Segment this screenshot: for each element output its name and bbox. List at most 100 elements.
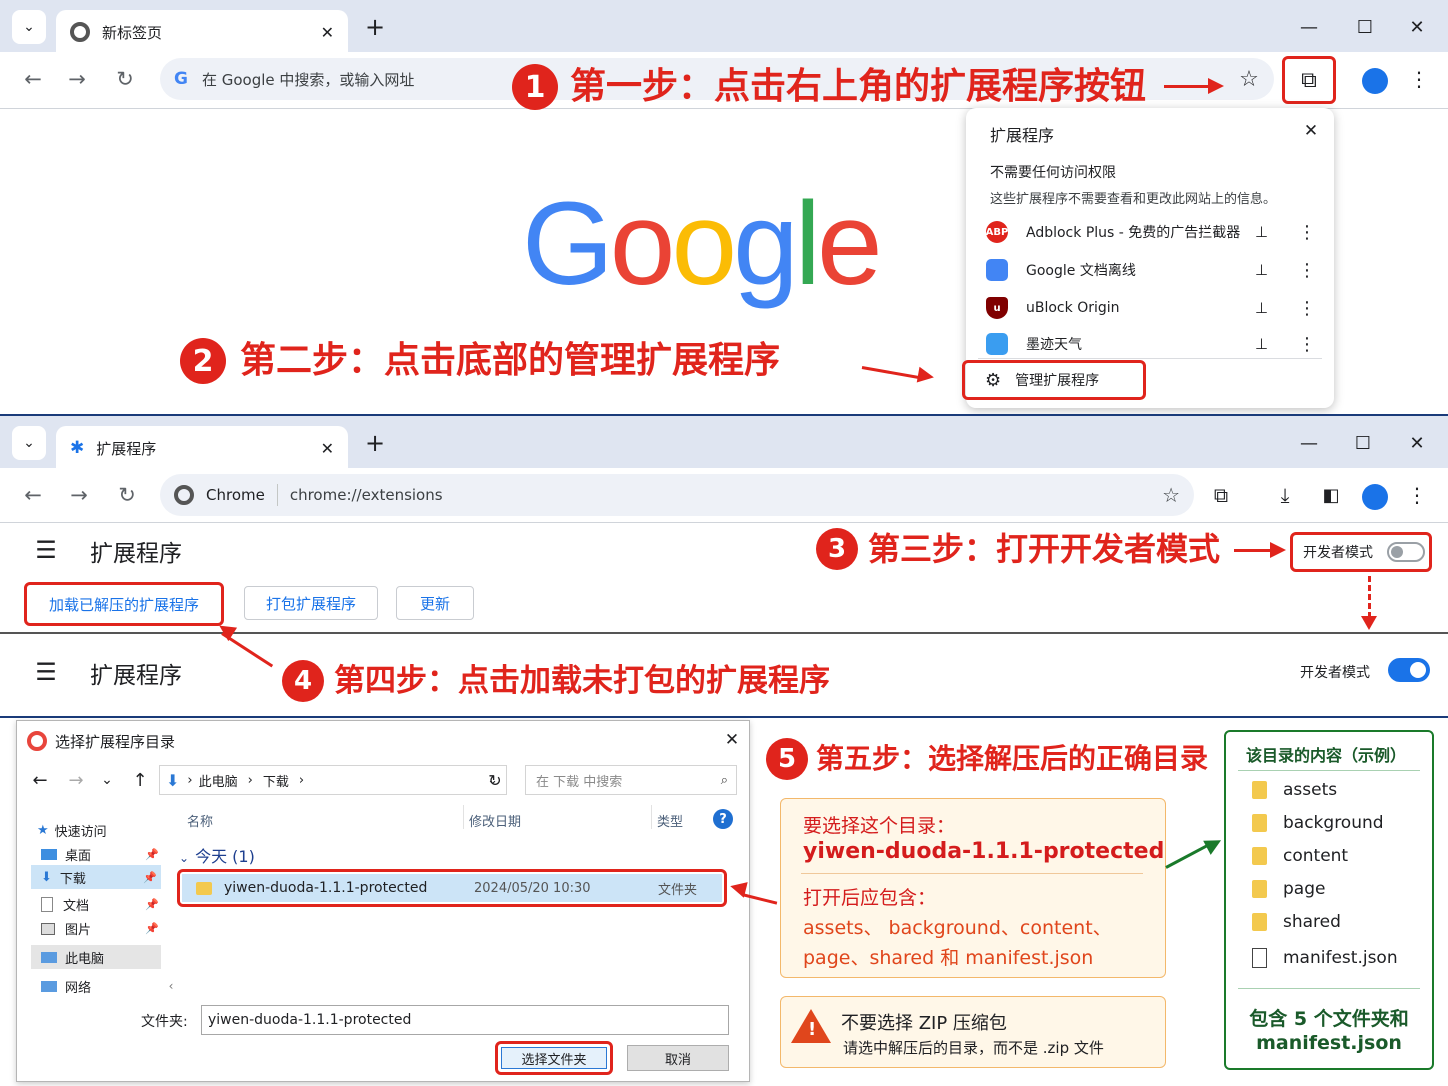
table-row[interactable]: yiwen-duoda-1.1.1-protected 2024/05/20 1… (182, 874, 722, 902)
column-type[interactable]: 类型 (657, 811, 683, 830)
address-bar[interactable]: Chrome chrome://extensions ☆ (160, 474, 1194, 516)
tab-extensions[interactable]: ✱ 扩展程序 ✕ (56, 426, 348, 470)
group-header[interactable]: ⌄ 今天 (1) (179, 843, 255, 867)
update-button[interactable]: 更新 (396, 586, 474, 620)
manage-extensions-button[interactable]: ⚙ 管理扩展程序 (962, 360, 1146, 400)
extension-row[interactable]: 墨迹天气 ⊥ ⋮ (986, 326, 1316, 362)
extension-row[interactable]: ABP Adblock Plus - 免费的广告拦截器 ⊥ ⋮ (986, 214, 1316, 250)
new-tab-button[interactable]: + (362, 429, 388, 457)
path-bar[interactable]: ⬇ › 此电脑 › 下载 › ⌄ (159, 765, 507, 795)
sidebar-item-network[interactable]: 网络 (41, 977, 91, 996)
back-icon[interactable]: ← (18, 64, 48, 94)
extension-row[interactable]: Google 文档离线 ⊥ ⋮ (986, 252, 1316, 288)
path-segment[interactable]: 此电脑 (199, 771, 238, 790)
maximize-button[interactable]: ☐ (1350, 430, 1376, 456)
close-tab-icon[interactable]: ✕ (321, 23, 334, 42)
sidebar-item-pictures[interactable]: 图片 📌 (41, 919, 159, 938)
hamburger-menu-icon[interactable]: ☰ (32, 658, 60, 686)
pin-icon[interactable]: ⊥ (1255, 261, 1268, 279)
toggle-knob (1391, 546, 1403, 558)
bookmark-star-icon[interactable]: ☆ (1162, 483, 1180, 507)
step2-arrow-line (861, 366, 924, 380)
hamburger-menu-icon[interactable]: ☰ (32, 536, 60, 564)
developer-mode-toggle-on[interactable] (1388, 658, 1430, 682)
close-window-button[interactable]: ✕ (1404, 430, 1430, 456)
extension-row[interactable]: u uBlock Origin ⊥ ⋮ (986, 290, 1316, 326)
side-panel-icon[interactable]: ◧ (1318, 482, 1344, 508)
menu-kebab-icon[interactable]: ⋮ (1404, 482, 1430, 508)
column-name[interactable]: 名称 (187, 811, 213, 830)
forward-icon[interactable]: → (64, 480, 94, 510)
sidebar-item-quick-access[interactable]: ★ 快速访问 (37, 821, 107, 840)
scroll-left-icon[interactable]: ‹ (165, 979, 177, 993)
example-footer-line1: 包含 5 个文件夹和 (1249, 1008, 1409, 1030)
path-segment[interactable]: 下载 (263, 771, 289, 790)
puzzle-icon[interactable]: ⧉ (1208, 482, 1234, 508)
profile-avatar[interactable] (1362, 484, 1388, 510)
sidebar-label: 网络 (65, 981, 92, 996)
toolbar-divider (0, 522, 1448, 523)
pin-icon[interactable]: ⊥ (1255, 223, 1268, 241)
load-unpacked-highlight: 加载已解压的扩展程序 (24, 582, 224, 626)
maximize-button[interactable]: ☐ (1352, 14, 1378, 40)
minimize-button[interactable]: — (1296, 14, 1322, 40)
more-icon[interactable]: ⋮ (1298, 222, 1316, 243)
folder-icon (1252, 847, 1267, 865)
developer-mode-label: 开发者模式 (1303, 545, 1373, 561)
download-icon[interactable]: ⤓ (1272, 482, 1298, 508)
folder-icon (1252, 814, 1267, 832)
contains-line: assets、 background、content、 (803, 917, 1112, 939)
pack-extension-button[interactable]: 打包扩展程序 (244, 586, 378, 620)
more-icon[interactable]: ⋮ (1298, 334, 1316, 355)
more-icon[interactable]: ⋮ (1298, 260, 1316, 281)
step1-arrow-line (1164, 85, 1210, 88)
folder-input[interactable]: yiwen-duoda-1.1.1-protected (201, 1005, 729, 1035)
reload-icon[interactable]: ↻ (112, 480, 142, 510)
up-icon[interactable]: ↑ (129, 769, 151, 791)
refresh-icon[interactable]: ↻ (483, 769, 507, 791)
profile-avatar[interactable] (1362, 68, 1388, 94)
close-window-button[interactable]: ✕ (1404, 14, 1430, 40)
dialog-close-icon[interactable]: ✕ (721, 729, 743, 751)
sidebar-item-documents[interactable]: 文档 📌 (41, 895, 159, 914)
menu-kebab-icon[interactable]: ⋮ (1406, 66, 1432, 92)
new-tab-button[interactable]: + (362, 13, 388, 41)
weather-icon (986, 333, 1008, 355)
sidebar-label: 下载 (59, 871, 86, 887)
reload-icon[interactable]: ↻ (110, 64, 140, 94)
load-unpacked-button[interactable]: 加载已解压的扩展程序 (30, 588, 218, 620)
step3-arrow-line (1234, 549, 1274, 552)
forward-icon[interactable]: → (65, 769, 87, 791)
tab-search-button[interactable]: ⌄ (12, 426, 46, 460)
minimize-button[interactable]: — (1296, 430, 1322, 456)
sidebar-item-this-pc[interactable]: 此电脑 (31, 945, 161, 969)
more-icon[interactable]: ⋮ (1298, 298, 1316, 319)
pin-icon[interactable]: ⊥ (1255, 335, 1268, 353)
sidebar-item-desktop[interactable]: 桌面 📌 (41, 845, 159, 864)
cancel-button[interactable]: 取消 (627, 1045, 729, 1071)
recent-dropdown-icon[interactable]: ⌄ (97, 769, 117, 791)
step5-label: 第五步：选择解压后的正确目录 (816, 742, 1209, 775)
help-icon[interactable]: ? (713, 809, 733, 829)
tab-new-tab[interactable]: 新标签页 ✕ (56, 10, 348, 54)
back-icon[interactable]: ← (18, 480, 48, 510)
panel-step5: 选择扩展程序目录 ✕ ← → ⌄ ↑ ⬇ › 此电脑 › 下载 › ⌄ ↻ 在 … (0, 716, 1448, 1086)
search-input[interactable]: 在 下载 中搜索 ⌕ (525, 765, 737, 795)
step1-arrow-head (1208, 78, 1224, 94)
forward-icon[interactable]: → (62, 64, 92, 94)
column-date[interactable]: 修改日期 (469, 811, 521, 830)
select-folder-highlight: 选择文件夹 (495, 1041, 613, 1075)
chrome-icon (27, 731, 47, 751)
back-icon[interactable]: ← (29, 769, 51, 791)
extensions-button[interactable]: ⧉ (1282, 56, 1336, 104)
popup-close-icon[interactable]: ✕ (1300, 120, 1322, 142)
pin-icon: 📌 (145, 898, 159, 911)
pin-icon[interactable]: ⊥ (1255, 299, 1268, 317)
example-footer-line2: manifest.json (1256, 1032, 1402, 1054)
sidebar-item-downloads[interactable]: ⬇ 下载 📌 (31, 865, 161, 889)
bookmark-star-icon[interactable]: ☆ (1236, 66, 1262, 92)
tab-search-button[interactable]: ⌄ (12, 10, 46, 44)
select-folder-button[interactable]: 选择文件夹 (501, 1047, 607, 1069)
developer-mode-toggle-off[interactable] (1387, 542, 1425, 562)
close-tab-icon[interactable]: ✕ (321, 439, 334, 458)
